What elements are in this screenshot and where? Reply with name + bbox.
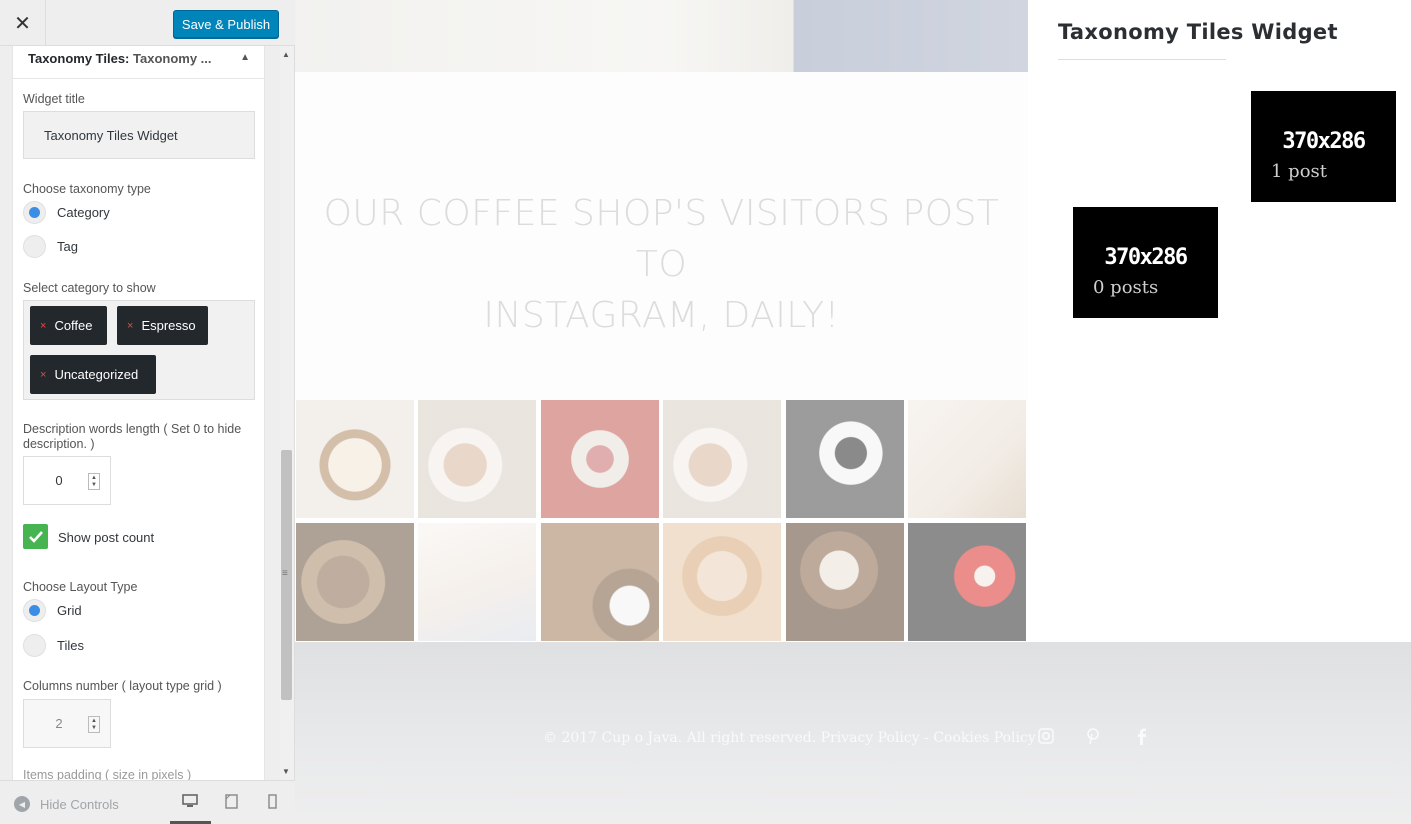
category-chip-espresso: × Espresso — [117, 306, 208, 345]
remove-chip-icon[interactable]: × — [40, 369, 46, 381]
show-post-count-checkbox[interactable] — [23, 524, 48, 549]
pinterest-icon[interactable] — [1086, 728, 1100, 750]
taxonomy-type-label: Choose taxonomy type — [23, 182, 151, 196]
description-length-stepper[interactable]: 0 ▲ ▼ — [23, 456, 111, 505]
widget-title-label: Widget title — [23, 92, 85, 106]
tile-placeholder-size: 370x286 — [1104, 245, 1188, 270]
customizer-header: ✕ Save & Publish — [0, 0, 295, 46]
cookies-policy-link[interactable]: Cookies Policy — [933, 730, 1035, 746]
widget-title-input[interactable]: Taxonomy Tiles Widget — [23, 111, 255, 159]
layout-type-label: Choose Layout Type — [23, 580, 138, 594]
description-length-label-2: description. ) — [23, 437, 95, 451]
scroll-down-icon[interactable]: ▼ — [282, 767, 290, 776]
widget-header[interactable]: Taxonomy Tiles: Taxonomy ... ▲ — [13, 46, 264, 79]
columns-number-label: Columns number ( layout type grid ) — [23, 679, 222, 693]
close-icon: ✕ — [14, 12, 31, 35]
columns-number-value: 2 — [55, 716, 63, 731]
category-chip-coffee: × Coffee — [30, 306, 107, 345]
widget-header-subtitle: Taxonomy ... — [133, 51, 212, 66]
gallery-image[interactable] — [296, 400, 414, 518]
facebook-icon[interactable] — [1137, 728, 1147, 750]
tile-post-count: 1 post — [1271, 161, 1328, 182]
category-select-label: Select category to show — [23, 281, 156, 295]
show-post-count-label: Show post count — [58, 530, 155, 545]
footer-separator: - — [924, 730, 929, 746]
taxonomy-category-radio[interactable] — [23, 201, 46, 224]
widget-title: Taxonomy Tiles Widget — [1058, 20, 1338, 44]
remove-chip-icon[interactable]: × — [127, 320, 133, 332]
hide-controls-icon: ◀ — [14, 796, 30, 812]
layout-tiles-radio[interactable] — [23, 634, 46, 657]
hero-heading: OUR COFFEE SHOP'S VISITORS POST TO INSTA… — [295, 188, 1028, 341]
taxonomy-tiles-widget: Taxonomy Tiles Widget 370x286 1 post 370… — [1058, 0, 1411, 642]
panel-scrollbar[interactable]: ▲ ≡ ▼ — [280, 46, 294, 780]
layout-tiles-label: Tiles — [57, 638, 84, 653]
layout-grid-label: Grid — [57, 603, 82, 618]
spinner-icon[interactable]: ▲ ▼ — [88, 716, 100, 733]
category-chip-label: Espresso — [141, 318, 196, 333]
spinner-icon[interactable]: ▲ ▼ — [88, 473, 100, 490]
columns-number-stepper[interactable]: 2 ▲ ▼ — [23, 699, 111, 748]
gallery-image[interactable] — [418, 400, 536, 518]
gallery-image[interactable] — [541, 400, 659, 518]
gallery-image[interactable] — [663, 523, 781, 641]
checkmark-icon — [28, 530, 43, 543]
save-publish-button[interactable]: Save & Publish — [173, 10, 279, 38]
taxonomy-tile[interactable]: 370x286 1 post — [1251, 91, 1396, 202]
widget-form: Taxonomy Tiles: Taxonomy ... ▲ Widget ti… — [12, 46, 265, 780]
mobile-icon[interactable] — [268, 794, 277, 812]
gallery-image[interactable] — [908, 400, 1026, 518]
scroll-grip-icon: ≡ — [282, 568, 288, 579]
gallery-image[interactable] — [786, 400, 904, 518]
copyright-label: © 2017 Cup o Java. All right reserved. — [543, 730, 817, 746]
hero-heading-line-1: OUR COFFEE SHOP'S VISITORS POST TO — [323, 193, 1000, 285]
gallery-image[interactable] — [418, 523, 536, 641]
widget-title-underline — [1058, 59, 1226, 60]
tile-placeholder-size: 370x286 — [1282, 129, 1366, 154]
gallery-image[interactable] — [541, 523, 659, 641]
gallery-image[interactable] — [908, 523, 1026, 641]
instagram-icon[interactable] — [1038, 728, 1054, 749]
items-padding-label: Items padding ( size in pixels ) — [23, 768, 192, 780]
copyright-text: © 2017 Cup o Java. All right reserved. P… — [543, 730, 1036, 746]
site-preview: OUR COFFEE SHOP'S VISITORS POST TO INSTA… — [295, 0, 1411, 824]
privacy-policy-link[interactable]: Privacy Policy — [821, 730, 920, 746]
customizer-footer: ◀ Hide Controls — [0, 780, 295, 824]
desktop-icon[interactable] — [182, 794, 198, 811]
hero-heading-line-2: INSTAGRAM, DAILY! — [483, 295, 840, 336]
taxonomy-category-label: Category — [57, 205, 110, 220]
instagram-gallery — [296, 400, 1028, 642]
tablet-icon[interactable] — [225, 794, 238, 812]
scroll-up-icon[interactable]: ▲ — [282, 50, 290, 59]
close-customizer-button[interactable]: ✕ — [0, 0, 46, 46]
description-length-label: Description words length ( Set 0 to hide — [23, 422, 242, 436]
gallery-image[interactable] — [786, 523, 904, 641]
hero-image — [295, 0, 1028, 72]
site-footer: © 2017 Cup o Java. All right reserved. P… — [295, 642, 1411, 824]
customizer-sidebar: ✕ Save & Publish Taxonomy Tiles: Taxonom… — [0, 0, 295, 824]
category-chip-label: Uncategorized — [54, 367, 139, 382]
taxonomy-tile[interactable]: 370x286 0 posts — [1073, 207, 1218, 318]
layout-grid-radio[interactable] — [23, 599, 46, 622]
tile-post-count: 0 posts — [1093, 277, 1159, 298]
remove-chip-icon[interactable]: × — [40, 320, 46, 332]
gallery-image[interactable] — [296, 523, 414, 641]
taxonomy-tag-label: Tag — [57, 239, 78, 254]
category-chip-uncategorized: × Uncategorized — [30, 355, 156, 394]
hide-controls-button[interactable]: ◀ Hide Controls — [14, 796, 119, 812]
category-chip-label: Coffee — [54, 318, 93, 333]
category-multiselect[interactable]: × Coffee × Espresso × Uncategorized — [23, 300, 255, 400]
widget-header-title: Taxonomy Tiles: — [28, 51, 130, 66]
hide-controls-label: Hide Controls — [40, 796, 119, 812]
collapse-arrow-icon[interactable]: ▲ — [240, 52, 250, 63]
description-length-value: 0 — [55, 473, 63, 488]
controls-panel[interactable]: Taxonomy Tiles: Taxonomy ... ▲ Widget ti… — [0, 46, 280, 780]
gallery-image[interactable] — [663, 400, 781, 518]
taxonomy-tag-radio[interactable] — [23, 235, 46, 258]
